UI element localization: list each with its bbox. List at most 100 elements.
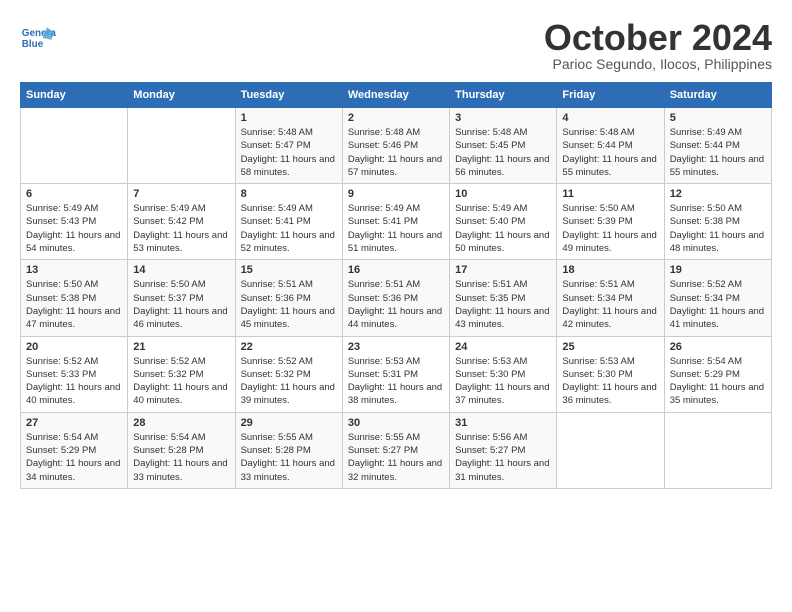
calendar-body: 1 Sunrise: 5:48 AM Sunset: 5:47 PM Daylig… [21,108,772,489]
calendar-cell: 10 Sunrise: 5:49 AM Sunset: 5:40 PM Dayli… [450,184,557,260]
calendar-cell: 29 Sunrise: 5:55 AM Sunset: 5:28 PM Dayli… [235,412,342,488]
day-number: 31 [455,417,551,429]
day-number: 19 [670,264,766,276]
calendar-table: SundayMondayTuesdayWednesdayThursdayFrid… [20,82,772,489]
day-number: 16 [348,264,444,276]
calendar-cell: 13 Sunrise: 5:50 AM Sunset: 5:38 PM Dayli… [21,260,128,336]
day-info: Sunrise: 5:48 AM Sunset: 5:47 PM Dayligh… [241,126,337,179]
calendar-week-row: 13 Sunrise: 5:50 AM Sunset: 5:38 PM Dayli… [21,260,772,336]
calendar-cell: 3 Sunrise: 5:48 AM Sunset: 5:45 PM Daylig… [450,108,557,184]
weekday-header-thursday: Thursday [450,83,557,108]
calendar-cell: 1 Sunrise: 5:48 AM Sunset: 5:47 PM Daylig… [235,108,342,184]
day-number: 5 [670,112,766,124]
day-number: 20 [26,341,122,353]
calendar-cell: 30Sunrise: 5:55 AM Sunset: 5:27 PM Dayli… [342,412,449,488]
logo: General Blue [20,20,56,56]
day-number: 29 [241,417,337,429]
calendar-cell: 4Sunrise: 5:48 AM Sunset: 5:44 PM Daylig… [557,108,664,184]
calendar-cell: 24 Sunrise: 5:53 AM Sunset: 5:30 PM Dayli… [450,336,557,412]
day-number: 18 [562,264,658,276]
day-info: Sunrise: 5:51 AM Sunset: 5:35 PM Dayligh… [455,278,551,331]
day-info: Sunrise: 5:49 AM Sunset: 5:43 PM Dayligh… [26,202,122,255]
day-info: Sunrise: 5:54 AM Sunset: 5:29 PM Dayligh… [26,431,122,484]
weekday-header-friday: Friday [557,83,664,108]
day-number: 25 [562,341,658,353]
day-info: Sunrise: 5:49 AM Sunset: 5:42 PM Dayligh… [133,202,229,255]
day-number: 10 [455,188,551,200]
day-number: 2 [348,112,444,124]
calendar-cell: 17 Sunrise: 5:51 AM Sunset: 5:35 PM Dayli… [450,260,557,336]
day-info: Sunrise: 5:54 AM Sunset: 5:28 PM Dayligh… [133,431,229,484]
calendar-week-row: 20 Sunrise: 5:52 AM Sunset: 5:33 PM Dayli… [21,336,772,412]
day-number: 24 [455,341,551,353]
day-info: Sunrise: 5:52 AM Sunset: 5:34 PM Dayligh… [670,278,766,331]
day-info: Sunrise: 5:52 AM Sunset: 5:32 PM Dayligh… [241,355,337,408]
calendar-cell: 20 Sunrise: 5:52 AM Sunset: 5:33 PM Dayli… [21,336,128,412]
day-info: Sunrise: 5:51 AM Sunset: 5:34 PM Dayligh… [562,278,658,331]
calendar-cell: 25Sunrise: 5:53 AM Sunset: 5:30 PM Dayli… [557,336,664,412]
day-number: 23 [348,341,444,353]
day-info: Sunrise: 5:49 AM Sunset: 5:41 PM Dayligh… [348,202,444,255]
calendar-week-row: 27 Sunrise: 5:54 AM Sunset: 5:29 PM Dayli… [21,412,772,488]
weekday-header-tuesday: Tuesday [235,83,342,108]
calendar-cell [664,412,771,488]
calendar-cell: 11Sunrise: 5:50 AM Sunset: 5:39 PM Dayli… [557,184,664,260]
day-number: 1 [241,112,337,124]
day-number: 17 [455,264,551,276]
calendar-cell: 31Sunrise: 5:56 AM Sunset: 5:27 PM Dayli… [450,412,557,488]
calendar-cell: 21 Sunrise: 5:52 AM Sunset: 5:32 PM Dayli… [128,336,235,412]
day-info: Sunrise: 5:55 AM Sunset: 5:28 PM Dayligh… [241,431,337,484]
day-info: Sunrise: 5:53 AM Sunset: 5:30 PM Dayligh… [455,355,551,408]
day-number: 12 [670,188,766,200]
day-info: Sunrise: 5:48 AM Sunset: 5:46 PM Dayligh… [348,126,444,179]
location-subtitle: Parioc Segundo, Ilocos, Philippines [544,56,772,72]
day-info: Sunrise: 5:50 AM Sunset: 5:37 PM Dayligh… [133,278,229,331]
day-info: Sunrise: 5:52 AM Sunset: 5:32 PM Dayligh… [133,355,229,408]
calendar-cell: 16 Sunrise: 5:51 AM Sunset: 5:36 PM Dayli… [342,260,449,336]
day-number: 14 [133,264,229,276]
day-info: Sunrise: 5:52 AM Sunset: 5:33 PM Dayligh… [26,355,122,408]
calendar-cell: 15 Sunrise: 5:51 AM Sunset: 5:36 PM Dayli… [235,260,342,336]
day-number: 3 [455,112,551,124]
day-info: Sunrise: 5:50 AM Sunset: 5:39 PM Dayligh… [562,202,658,255]
calendar-cell [557,412,664,488]
day-number: 6 [26,188,122,200]
day-info: Sunrise: 5:48 AM Sunset: 5:44 PM Dayligh… [562,126,658,179]
logo-icon: General Blue [20,20,56,56]
calendar-header-row: SundayMondayTuesdayWednesdayThursdayFrid… [21,83,772,108]
day-number: 9 [348,188,444,200]
day-number: 13 [26,264,122,276]
calendar-cell [128,108,235,184]
day-number: 21 [133,341,229,353]
calendar-cell: 28 Sunrise: 5:54 AM Sunset: 5:28 PM Dayli… [128,412,235,488]
calendar-cell: 8Sunrise: 5:49 AM Sunset: 5:41 PM Daylig… [235,184,342,260]
day-number: 7 [133,188,229,200]
calendar-week-row: 6 Sunrise: 5:49 AM Sunset: 5:43 PM Daylig… [21,184,772,260]
calendar-cell: 12 Sunrise: 5:50 AM Sunset: 5:38 PM Dayli… [664,184,771,260]
calendar-cell: 27 Sunrise: 5:54 AM Sunset: 5:29 PM Dayli… [21,412,128,488]
day-info: Sunrise: 5:50 AM Sunset: 5:38 PM Dayligh… [670,202,766,255]
day-number: 15 [241,264,337,276]
calendar-cell: 6 Sunrise: 5:49 AM Sunset: 5:43 PM Daylig… [21,184,128,260]
calendar-cell: 22 Sunrise: 5:52 AM Sunset: 5:32 PM Dayli… [235,336,342,412]
calendar-cell: 9 Sunrise: 5:49 AM Sunset: 5:41 PM Daylig… [342,184,449,260]
calendar-cell: 14 Sunrise: 5:50 AM Sunset: 5:37 PM Dayli… [128,260,235,336]
day-info: Sunrise: 5:50 AM Sunset: 5:38 PM Dayligh… [26,278,122,331]
weekday-header-monday: Monday [128,83,235,108]
weekday-header-saturday: Saturday [664,83,771,108]
day-info: Sunrise: 5:53 AM Sunset: 5:31 PM Dayligh… [348,355,444,408]
day-info: Sunrise: 5:51 AM Sunset: 5:36 PM Dayligh… [348,278,444,331]
calendar-cell: 23 Sunrise: 5:53 AM Sunset: 5:31 PM Dayli… [342,336,449,412]
calendar-cell: 2 Sunrise: 5:48 AM Sunset: 5:46 PM Daylig… [342,108,449,184]
day-info: Sunrise: 5:49 AM Sunset: 5:40 PM Dayligh… [455,202,551,255]
weekday-header-sunday: Sunday [21,83,128,108]
day-number: 22 [241,341,337,353]
svg-text:Blue: Blue [22,39,44,50]
day-info: Sunrise: 5:48 AM Sunset: 5:45 PM Dayligh… [455,126,551,179]
day-number: 28 [133,417,229,429]
day-number: 27 [26,417,122,429]
day-info: Sunrise: 5:51 AM Sunset: 5:36 PM Dayligh… [241,278,337,331]
day-info: Sunrise: 5:54 AM Sunset: 5:29 PM Dayligh… [670,355,766,408]
day-info: Sunrise: 5:49 AM Sunset: 5:41 PM Dayligh… [241,202,337,255]
title-block: October 2024 Parioc Segundo, Ilocos, Phi… [544,20,772,72]
